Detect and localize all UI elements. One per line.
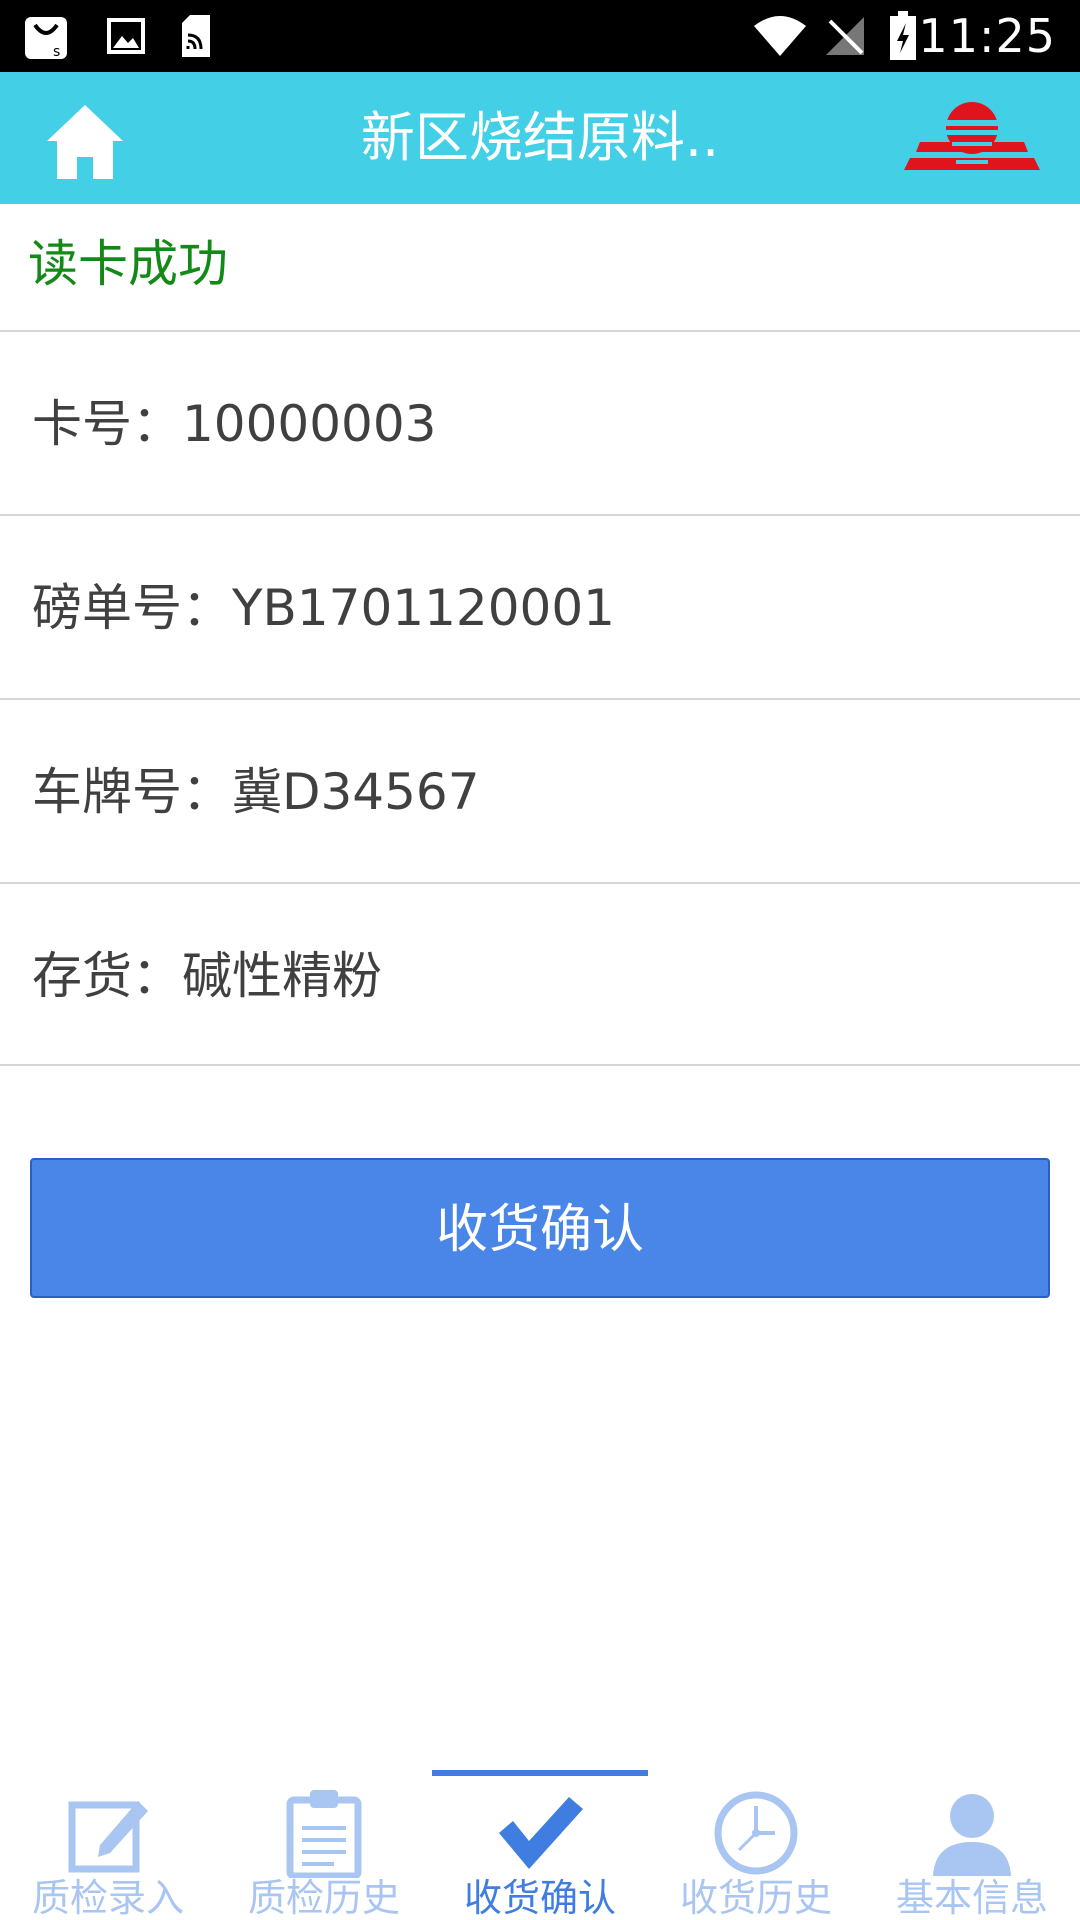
page-title: 新区烧结原料.. <box>360 106 720 169</box>
shopping-bag-icon: s <box>22 0 70 72</box>
checkmark-icon <box>499 1797 583 1869</box>
confirm-receipt-button[interactable]: 收货确认 <box>30 1158 1050 1298</box>
tab-label: 收货确认 <box>463 1876 616 1920</box>
wifi-icon <box>750 0 810 72</box>
sim-card-icon <box>176 0 216 72</box>
tab-label: 收货历史 <box>679 1876 832 1920</box>
tab-receipt-history[interactable]: 收货历史 <box>648 1768 864 1920</box>
divider <box>0 1064 1080 1066</box>
plate-number-text: 车牌号：冀D34567 <box>32 763 480 821</box>
title-bar: 新区烧结原料.. <box>0 72 1080 204</box>
card-number-row: 卡号：10000003 <box>0 330 1080 516</box>
tab-label: 质检录入 <box>31 1876 184 1920</box>
svg-text:s: s <box>53 44 60 60</box>
read-status-text: 读卡成功 <box>28 235 228 293</box>
edit-icon <box>68 1801 148 1873</box>
tab-label: 质检历史 <box>247 1876 400 1920</box>
home-button[interactable] <box>40 98 130 184</box>
user-icon <box>933 1794 1011 1876</box>
tab-quality-history[interactable]: 质检历史 <box>216 1768 432 1920</box>
battery-charging-icon <box>886 0 920 72</box>
tab-quality-entry[interactable]: 质检录入 <box>0 1768 216 1920</box>
card-number-text: 卡号：10000003 <box>32 395 437 453</box>
plate-number-row: 车牌号：冀D34567 <box>0 698 1080 884</box>
clipboard-icon <box>286 1790 362 1878</box>
tab-label: 基本信息 <box>895 1876 1048 1920</box>
company-logo <box>892 98 1052 182</box>
status-bar: s 11:25 <box>0 0 1080 72</box>
inventory-row: 存货：碱性精粉 <box>0 882 1080 1066</box>
image-icon <box>104 0 148 72</box>
inventory-text: 存货：碱性精粉 <box>32 947 382 1005</box>
status-time: 11:25 <box>918 9 1056 63</box>
clock-icon <box>714 1791 798 1875</box>
weigh-ticket-text: 磅单号：YB1701120001 <box>32 579 615 637</box>
weigh-ticket-row: 磅单号：YB1701120001 <box>0 514 1080 700</box>
tab-basic-info[interactable]: 基本信息 <box>864 1768 1080 1920</box>
tab-receipt-confirm[interactable]: 收货确认 <box>432 1768 648 1920</box>
home-icon <box>47 105 123 179</box>
no-signal-icon <box>822 0 868 72</box>
bottom-nav: 质检录入 质检历史 收货确认 收货历史 基本信息 <box>0 1768 1080 1920</box>
